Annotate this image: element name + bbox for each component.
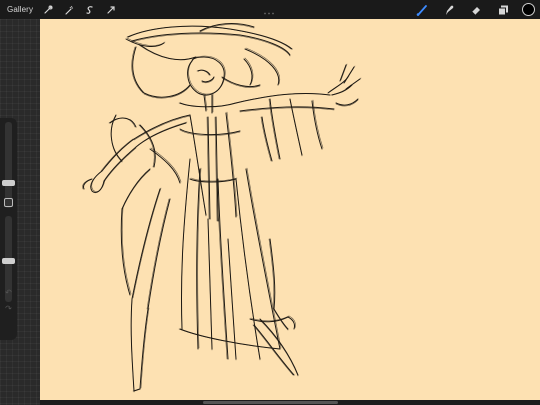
sketch-stroke [339, 64, 361, 90]
transform-icon[interactable] [104, 3, 118, 17]
sketch-stroke-shadow [143, 85, 191, 99]
brush-size-slider[interactable] [2, 122, 15, 208]
home-indicator [203, 401, 338, 404]
sketch-stroke [147, 198, 171, 310]
sketch-stroke-shadow [132, 187, 162, 299]
sketch-stroke [253, 324, 295, 376]
sketch-stroke [139, 44, 197, 61]
brush-icon[interactable] [414, 2, 430, 18]
sketch-stroke-shadow [181, 159, 191, 331]
sketch-stroke [135, 122, 187, 148]
sketch-stroke [101, 138, 135, 172]
color-picker[interactable] [522, 3, 535, 16]
undo-icon[interactable]: ↶ [4, 288, 13, 297]
sketch-stroke [131, 32, 291, 56]
sketch-stroke [132, 46, 145, 94]
sketch-stroke-shadow [121, 169, 151, 211]
sketch-stroke [235, 178, 261, 360]
sketch-stroke-shadow [289, 99, 303, 157]
sketch-stroke-shadow [110, 115, 123, 163]
sketch-stroke [287, 316, 295, 330]
top-toolbar: Gallery [0, 0, 540, 19]
sketch-stroke-shadow [91, 169, 106, 192]
opacity-thumb[interactable] [2, 258, 15, 265]
sketch-stroke [201, 76, 215, 83]
sketch-stroke-shadow [235, 179, 261, 361]
brush-controls: ↶ ↷ [0, 118, 17, 340]
sketch-stroke-shadow [239, 107, 335, 113]
eraser-icon[interactable] [468, 2, 484, 18]
magic-wand-icon[interactable] [62, 3, 76, 17]
selection-icon[interactable] [83, 3, 97, 17]
sketch-stroke-shadow [140, 307, 150, 389]
wrench-icon[interactable] [41, 3, 55, 17]
sidebar: ↶ ↷ [0, 19, 40, 405]
gallery-button[interactable]: Gallery [7, 5, 33, 14]
sketch-stroke [261, 116, 273, 162]
sketch-stroke-shadow [259, 319, 299, 377]
sketch-stroke [217, 178, 229, 360]
sketch-stroke-shadow [234, 93, 330, 104]
drawing-canvas[interactable] [40, 19, 540, 400]
sketch-stroke [143, 84, 191, 98]
drag-handle[interactable] [263, 2, 275, 15]
right-tools [403, 0, 540, 19]
sketch-stroke [110, 114, 123, 162]
smudge-icon[interactable] [441, 2, 457, 18]
sketch-stroke-shadow [330, 84, 352, 96]
sketch-stroke-shadow [103, 147, 137, 183]
sketch-stroke-shadow [131, 46, 144, 94]
sketch-stroke [225, 112, 237, 218]
brush-size-thumb[interactable] [2, 180, 15, 187]
sketch-stroke-shadow [340, 63, 362, 89]
sketch-drawing [82, 23, 362, 393]
sketch-stroke [335, 98, 359, 106]
sketch-stroke [133, 388, 141, 392]
redo-icon[interactable]: ↷ [4, 304, 13, 313]
layers-icon[interactable] [495, 2, 511, 18]
sketch-stroke [243, 58, 253, 86]
modify-button[interactable] [4, 198, 13, 207]
sketch-stroke-shadow [188, 55, 226, 95]
sketch-stroke [121, 168, 151, 210]
sketch-stroke-shadow [250, 315, 290, 322]
sketch-stroke [269, 238, 276, 310]
